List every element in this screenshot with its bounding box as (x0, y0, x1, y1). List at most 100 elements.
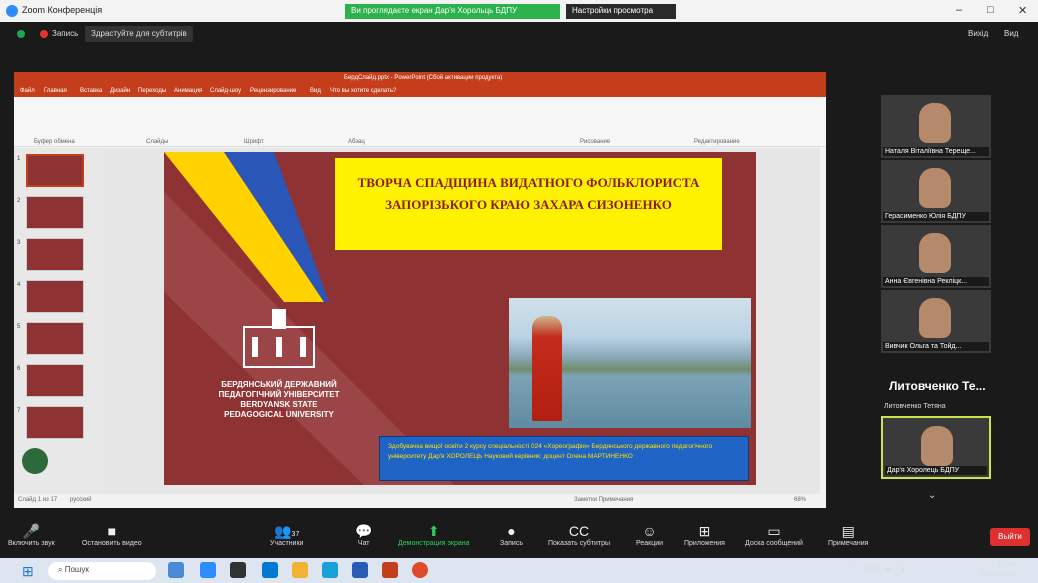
ppt-menu-view[interactable]: Вид (310, 88, 321, 94)
logo-column (252, 337, 258, 357)
ribbon-group-clipboard: Буфер обмена (34, 139, 75, 145)
ppt-menu-slideshow[interactable]: Слайд-шоу (210, 88, 241, 94)
slide-thumbnail-2[interactable] (26, 196, 84, 229)
university-name-line: PEDAGOGICAL UNIVERSITY (224, 410, 334, 419)
participants-button[interactable]: 👥37 Участники (270, 522, 303, 547)
caption-notice: Здрастуйте для субтитрів (85, 26, 193, 42)
security-shield-icon[interactable] (17, 30, 25, 38)
ppt-menu-bar: Файл Главная Вставка Дизайн Переходы Ани… (14, 86, 826, 97)
university-logo (243, 309, 315, 368)
notes-button[interactable]: ▤ Примечания (828, 522, 868, 547)
ppt-tell-me-input[interactable]: Что вы хотите сделать? (330, 88, 396, 94)
participant-tile[interactable]: Анна Євгенівна Рекліцк... (881, 225, 991, 288)
recording-label: Запись (52, 29, 79, 38)
pen-tool-icon[interactable] (22, 448, 48, 474)
apps-button[interactable]: ⊞ Приложения (684, 522, 725, 547)
maximize-button[interactable]: □ (987, 4, 994, 16)
minimize-button[interactable]: – (956, 4, 962, 16)
logo-tower (272, 309, 286, 329)
ppt-status-bar: Слайд 1 из 17 русский Заметки Примечания… (14, 494, 826, 508)
slide-thumbnail-3[interactable] (26, 238, 84, 271)
ppt-menu-design[interactable]: Дизайн (110, 88, 130, 94)
ppt-menu-animation[interactable]: Анимация (174, 88, 202, 94)
ppt-menu-insert[interactable]: Вставка (80, 88, 102, 94)
shared-powerpoint-window: БердСлайд.pptx - PowerPoint (Сбой актива… (14, 72, 826, 508)
participant-tile[interactable]: Герасименко Юлія БДПУ (881, 160, 991, 223)
reactions-icon: ☺ (642, 523, 657, 539)
camera-icon: ■ (107, 523, 117, 539)
ribbon-group-editing: Редактирование (694, 139, 740, 145)
file-explorer-icon[interactable] (292, 562, 308, 578)
slide-thumbnail-4[interactable] (26, 280, 84, 313)
slide-thumbnail-7[interactable] (26, 406, 84, 439)
record-button[interactable]: ● Запись (500, 522, 523, 547)
powerpoint-app-icon[interactable] (382, 562, 398, 578)
record-label: Запись (500, 540, 523, 547)
taskbar-search-label: Пошук (64, 565, 89, 574)
system-tray[interactable]: ⌃ УКР ◉ ♪ ▮ (852, 565, 905, 574)
share-screen-label: Демонстрация экрана (398, 540, 470, 547)
thumb-number: 2 (17, 198, 21, 204)
taskbar-search-input[interactable]: ⌕ Пошук (48, 562, 156, 580)
chevron-down-icon[interactable]: ⌄ (928, 490, 936, 501)
chat-icon: 💬 (355, 523, 373, 539)
reactions-button[interactable]: ☺ Реакции (636, 522, 663, 547)
apps-icon: ⊞ (698, 523, 711, 539)
active-speaker-tile[interactable]: Дар'я Хоролець БДПУ (881, 416, 991, 479)
unmute-button[interactable]: 🎤 Включить звук (8, 522, 55, 547)
mic-muted-icon: 🎤 (22, 523, 41, 539)
taskbar-app-icon[interactable] (168, 562, 184, 578)
slide-thumbnail-6[interactable] (26, 364, 84, 397)
word-app-icon[interactable] (352, 562, 368, 578)
slide-thumbnail-1[interactable] (26, 154, 84, 187)
captions-button[interactable]: CC Показать субтитры (548, 522, 610, 547)
slide-thumbnails-pane: 1 2 3 4 5 6 7 (14, 148, 104, 494)
chrome-browser-icon[interactable] (412, 562, 428, 578)
ppt-title-bar: БердСлайд.pptx - PowerPoint (Сбой актива… (14, 72, 826, 86)
ppt-menu-transitions[interactable]: Переходы (138, 88, 166, 94)
taskbar-clock[interactable]: 16:00 29.01.2024 (980, 561, 1015, 579)
view-options-dropdown[interactable]: Настройки просмотра (566, 4, 676, 19)
whiteboards-button[interactable]: ▭ Доска сообщений (745, 522, 803, 547)
ppt-menu-home[interactable]: Главная (44, 88, 67, 94)
zoom-app-icon[interactable] (200, 562, 216, 578)
chat-button[interactable]: 💬 Чат (355, 522, 372, 547)
language-indicator[interactable]: русский (70, 497, 92, 503)
whiteboards-label: Доска сообщений (745, 540, 803, 547)
screen-share-banner: Ви проглядаєте екран Дар'я Хорольць БДПУ (345, 4, 560, 19)
participant-tile[interactable]: Вивчик Ольга та Тойд... (881, 290, 991, 353)
thumb-number: 5 (17, 324, 21, 330)
window-title: Zoom Конференція (22, 5, 103, 15)
leave-meeting-button[interactable]: Выйти (990, 528, 1030, 546)
reactions-label: Реакции (636, 540, 664, 547)
share-screen-button[interactable]: ⬆ Демонстрация экрана (398, 522, 470, 547)
participant-name: Анна Євгенівна Рекліцк... (883, 277, 989, 286)
ppt-ribbon: Буфер обмена Слайды Шрифт Абзац Рисовани… (14, 97, 826, 147)
zoom-level[interactable]: 68% (794, 497, 806, 503)
participant-name: Герасименко Юлія БДПУ (883, 212, 989, 221)
ppt-menu-review[interactable]: Рецензирование (250, 88, 296, 94)
captions-label: Показать субтитры (548, 540, 611, 547)
keyboard-language[interactable]: УКР (865, 565, 880, 574)
participant-tile[interactable]: Наталя Віталіївна Тереще... (881, 95, 991, 158)
current-slide: ТВОРЧА СПАДЩИНА ВИДАТНОГО ФОЛЬКЛОРИСТА З… (164, 152, 756, 485)
windows-start-icon[interactable]: ⊞ (22, 563, 34, 580)
taskbar-app-icon[interactable] (262, 562, 278, 578)
notes-icon: ▤ (841, 523, 855, 539)
close-button[interactable]: ✕ (1018, 4, 1027, 17)
ppt-menu-file[interactable]: Файл (20, 88, 35, 94)
exit-view-button[interactable]: Вихід (968, 29, 988, 38)
slide-thumbnail-5[interactable] (26, 322, 84, 355)
clock-time: 16:00 (997, 562, 1016, 569)
ribbon-group-paragraph: Абзац (348, 139, 365, 145)
search-icon: ⌕ (58, 565, 65, 574)
participants-icon: 👥37 (274, 523, 300, 539)
participant-video (919, 298, 951, 338)
stop-video-button[interactable]: ■ Остановить видео (82, 522, 142, 547)
view-button[interactable]: Вид (1004, 29, 1018, 38)
taskbar-app-icon[interactable] (230, 562, 246, 578)
notes-comments-toggle[interactable]: Заметки Примечания (574, 497, 633, 503)
thumb-number: 1 (17, 156, 21, 162)
chat-label: Чат (357, 540, 370, 547)
edge-browser-icon[interactable] (322, 562, 338, 578)
